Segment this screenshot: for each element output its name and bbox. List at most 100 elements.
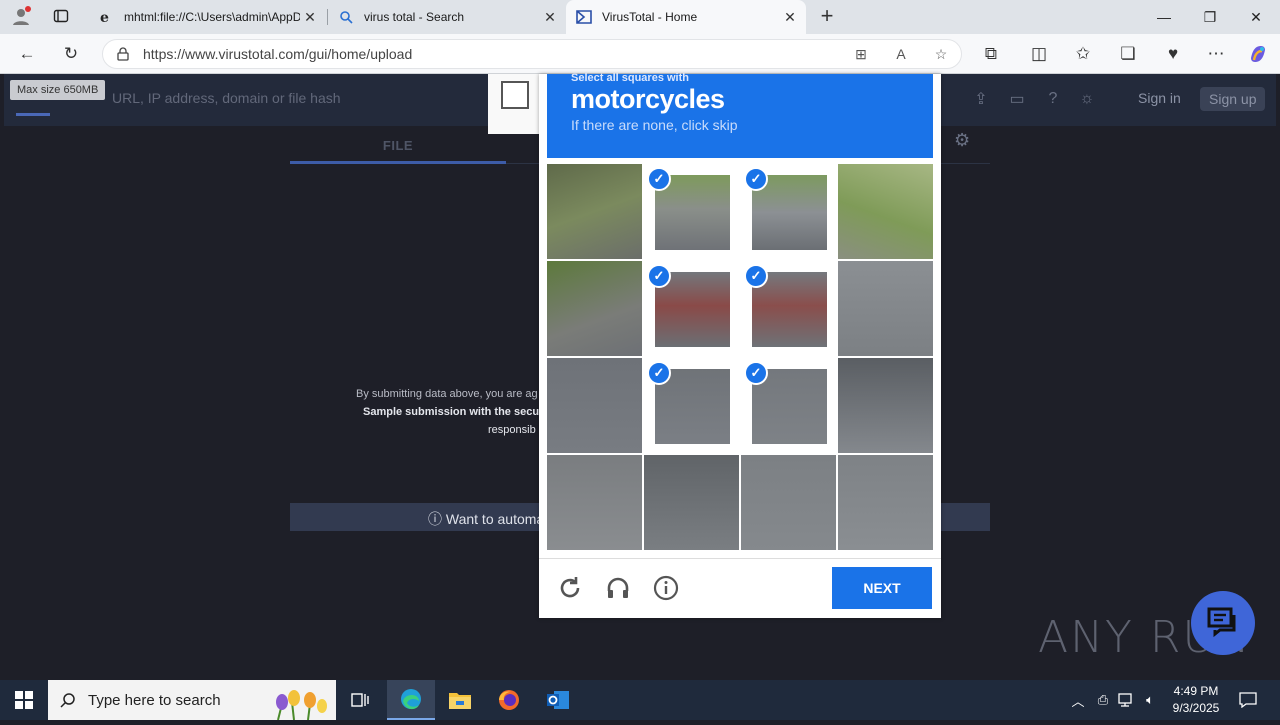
captcha-tile[interactable]: ✓	[741, 358, 836, 453]
captcha-tile[interactable]	[644, 455, 739, 550]
captcha-tile[interactable]: ✓	[644, 261, 739, 356]
chat-icon	[1207, 607, 1236, 638]
url-text[interactable]: https://www.virustotal.com/gui/home/uplo…	[143, 46, 841, 62]
task-view-icon[interactable]	[336, 680, 384, 720]
favorite-star-icon[interactable]: ☆	[921, 46, 961, 63]
lock-icon[interactable]	[103, 47, 143, 61]
volume-icon[interactable]: 🔈︎	[1140, 680, 1160, 720]
automate-text[interactable]: ⓘ Want to automa	[428, 509, 544, 529]
captcha-tile[interactable]	[547, 358, 642, 453]
network-icon[interactable]	[1116, 680, 1136, 720]
captcha-tile[interactable]: ✓	[644, 358, 739, 453]
captcha-tile[interactable]	[547, 455, 642, 550]
tab-file[interactable]: FILE	[290, 130, 506, 164]
address-bar[interactable]: https://www.virustotal.com/gui/home/uplo…	[102, 39, 962, 69]
captcha-tile-image	[644, 455, 739, 550]
collections-icon[interactable]: ❏	[1113, 40, 1143, 68]
app-available-icon[interactable]: ⊞	[841, 46, 881, 63]
captcha-tile[interactable]	[838, 164, 933, 259]
split-screen-icon[interactable]: ◫	[1024, 40, 1054, 68]
windows-logo-icon	[15, 691, 33, 709]
captcha-tile[interactable]	[838, 455, 933, 550]
checkmark-icon: ✓	[647, 361, 671, 385]
captcha-tile-image	[547, 261, 642, 356]
reload-icon[interactable]	[555, 573, 585, 603]
outlook-icon[interactable]	[534, 680, 582, 720]
back-arrow-icon[interactable]: ←	[12, 40, 42, 68]
help-icon[interactable]: ?	[1042, 88, 1064, 110]
sign-in-link[interactable]: Sign in	[1138, 90, 1181, 106]
read-aloud-icon[interactable]: A	[881, 46, 921, 62]
system-clock[interactable]: 4:49 PM 9/3/2025	[1160, 683, 1232, 717]
upload-icon[interactable]: ⇪	[970, 88, 992, 110]
checkmark-icon: ✓	[647, 264, 671, 288]
tab-label: virus total - Search	[364, 10, 465, 24]
edge-taskbar-icon[interactable]	[387, 680, 435, 720]
checkmark-icon: ✓	[647, 167, 671, 191]
next-button[interactable]: NEXT	[832, 567, 932, 609]
captcha-target: motorcycles	[571, 84, 725, 114]
captcha-tile[interactable]	[547, 164, 642, 259]
virustotal-icon	[576, 9, 592, 25]
close-icon[interactable]: ✕	[540, 7, 560, 27]
close-icon[interactable]: ✕	[780, 7, 800, 27]
recaptcha-checkbox[interactable]	[501, 81, 529, 109]
captcha-tile[interactable]	[838, 358, 933, 453]
settings-icon[interactable]: ⚙	[954, 130, 970, 151]
captcha-header: Select all squares with motorcycles If t…	[547, 72, 933, 158]
chat-support-button[interactable]	[1191, 591, 1255, 655]
copilot-icon[interactable]	[1243, 40, 1273, 68]
search-input[interactable]: URL, IP address, domain or file hash	[112, 90, 341, 106]
new-tab-button[interactable]: +	[812, 2, 842, 30]
captcha-tile[interactable]: ✓	[741, 261, 836, 356]
sign-up-button[interactable]: Sign up	[1200, 87, 1266, 111]
profile-icon[interactable]	[6, 2, 36, 30]
file-explorer-icon[interactable]	[436, 680, 484, 720]
captcha-tile-image	[547, 164, 642, 259]
captcha-prompt: Select all squares with	[571, 72, 689, 84]
close-window-button[interactable]: ✕	[1233, 0, 1279, 34]
tab-virustotal[interactable]: VirusTotal - Home ✕	[566, 0, 806, 34]
tab-search[interactable]: virus total - Search ✕	[328, 0, 566, 34]
minimize-button[interactable]: —	[1141, 0, 1187, 34]
tab-strip: e mhtml:file://C:\Users\admin\AppD ✕ vir…	[0, 0, 1280, 34]
active-tab-indicator	[290, 161, 506, 164]
close-icon[interactable]: ✕	[300, 7, 320, 27]
tab-mhtml[interactable]: e mhtml:file://C:\Users\admin\AppD ✕	[88, 0, 326, 34]
captcha-tile-image	[741, 455, 836, 550]
info-icon[interactable]	[651, 573, 681, 603]
browser-essentials-icon[interactable]: ♥	[1158, 40, 1188, 68]
captcha-tile[interactable]	[741, 455, 836, 550]
favorites-icon[interactable]: ✩	[1068, 40, 1098, 68]
notification-icon[interactable]	[1236, 680, 1260, 720]
tray-overflow-icon[interactable]: ︿	[1068, 680, 1088, 720]
meet-now-icon[interactable]: ⎙	[1094, 680, 1112, 720]
checkmark-icon: ✓	[744, 361, 768, 385]
captcha-tile-image	[838, 164, 933, 259]
captcha-tile[interactable]	[838, 261, 933, 356]
svg-text:e: e	[100, 10, 109, 25]
captcha-tile-image	[547, 455, 642, 550]
refresh-icon[interactable]: ↻	[56, 40, 86, 68]
captcha-tile[interactable]: ✓	[644, 164, 739, 259]
captcha-tile[interactable]	[547, 261, 642, 356]
restore-button[interactable]: ❐	[1187, 0, 1233, 34]
captcha-tile[interactable]: ✓	[741, 164, 836, 259]
checkmark-icon: ✓	[744, 167, 768, 191]
taskbar-search[interactable]: Type here to search	[48, 680, 336, 721]
headphones-icon[interactable]	[603, 573, 633, 603]
tab-label: mhtml:file://C:\Users\admin\AppD	[124, 10, 300, 24]
extensions-icon[interactable]: ⧉	[976, 40, 1006, 68]
captcha-tile-image	[838, 261, 933, 356]
tab-label: VirusTotal - Home	[602, 10, 698, 24]
virustotal-logo[interactable]	[16, 100, 50, 116]
checkmark-icon: ✓	[744, 264, 768, 288]
tab-actions-icon[interactable]	[46, 2, 76, 30]
firefox-icon[interactable]	[485, 680, 533, 720]
theme-icon[interactable]: ☼	[1076, 88, 1098, 110]
browser-toolbar: ← ↻ https://www.virustotal.com/gui/home/…	[0, 34, 1280, 74]
flowers-illustration-icon	[264, 684, 334, 725]
more-options-icon[interactable]: ⋯	[1201, 40, 1231, 68]
start-button[interactable]	[0, 680, 48, 720]
chat-icon[interactable]: ▭	[1006, 88, 1028, 110]
